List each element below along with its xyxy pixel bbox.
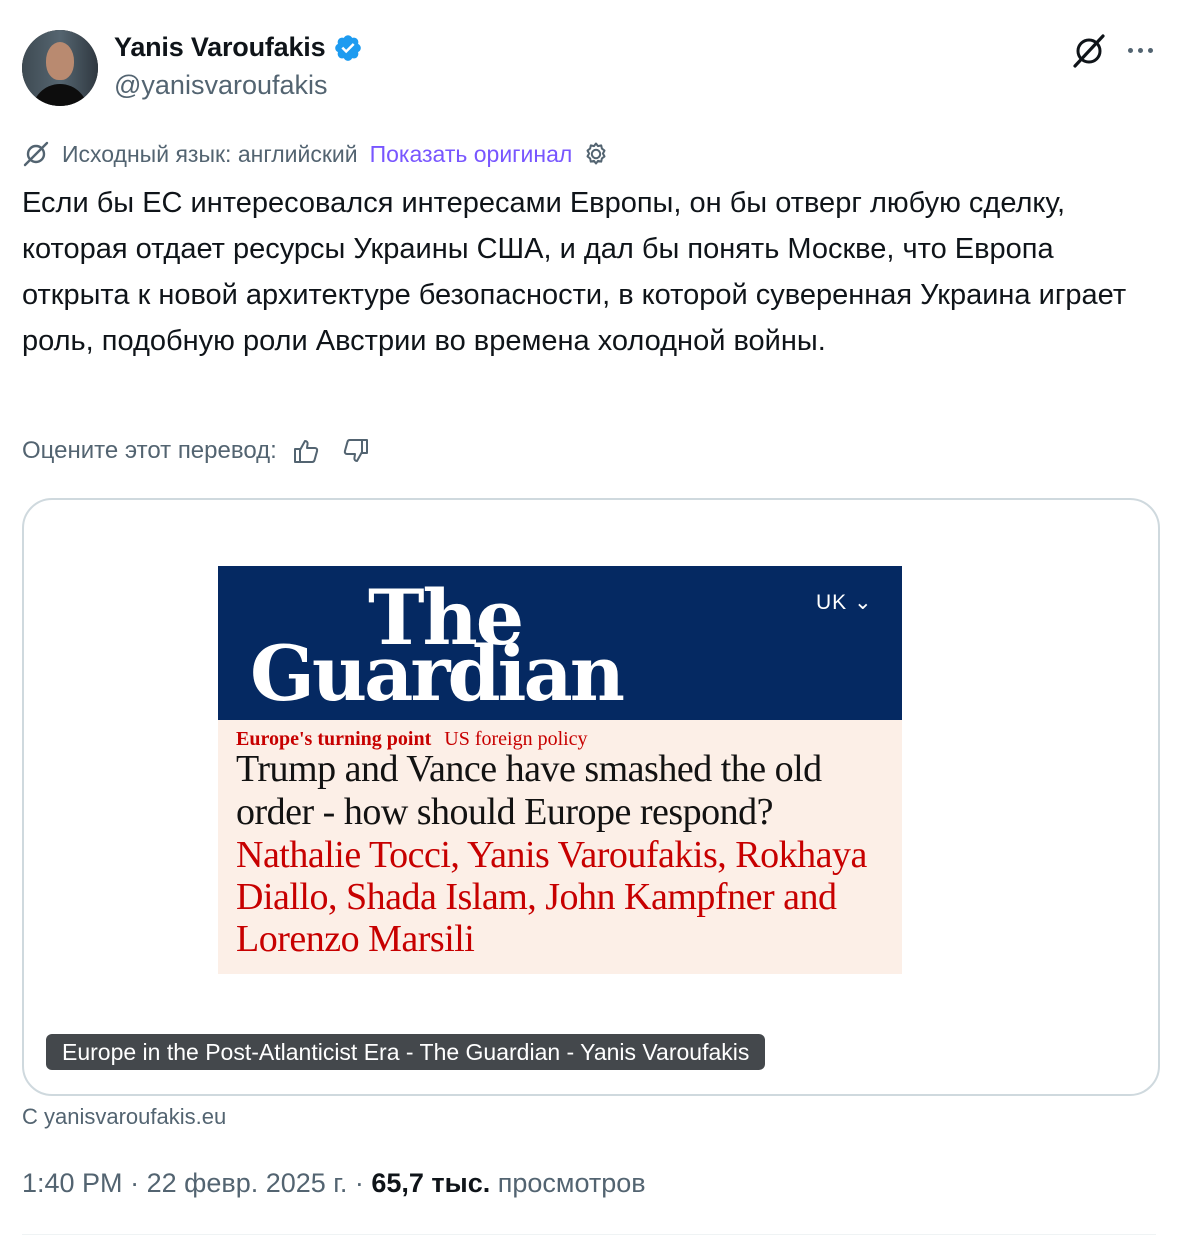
verified-badge-icon[interactable] — [333, 33, 363, 63]
translation-info-row: Исходный язык: английский Показать ориги… — [22, 140, 610, 168]
rate-translation-row: Оцените этот перевод: — [22, 436, 371, 466]
author-handle[interactable]: @yanisvaroufakis — [114, 70, 328, 101]
grok-icon[interactable] — [1070, 32, 1108, 70]
author-avatar[interactable] — [22, 30, 98, 106]
link-preview-card[interactable]: The Guardian UK ⌄ Europe's turning point… — [22, 498, 1160, 1096]
masthead-line-2: Guardian — [250, 629, 625, 718]
views-label: просмотров — [497, 1168, 646, 1198]
meta-separator: · — [354, 1168, 364, 1198]
views-count: 65,7 тыс. — [371, 1168, 491, 1198]
rate-translation-label: Оцените этот перевод: — [22, 437, 277, 464]
grok-translate-icon — [23, 141, 49, 167]
article-headline: Trump and Vance have smashed the old ord… — [236, 748, 822, 833]
kicker-primary: Europe's turning point — [236, 728, 432, 750]
tweet-text: Если бы ЕС интересовался интересами Евро… — [22, 187, 1127, 357]
tweet-meta: 1:40 PM · 22 февр. 2025 г. · 65,7 тыс. п… — [22, 1168, 646, 1199]
tweet-date[interactable]: 22 февр. 2025 г. — [147, 1168, 348, 1198]
edition-label: UK ⌄ — [816, 591, 873, 614]
author-display-name[interactable]: Yanis Varoufakis — [114, 32, 326, 63]
card-image: The Guardian UK ⌄ Europe's turning point… — [218, 566, 902, 974]
divider — [22, 1234, 1156, 1235]
card-source-link[interactable]: С yanisvaroufakis.eu — [22, 1104, 226, 1130]
tweet-time[interactable]: 1:40 PM — [22, 1168, 123, 1198]
more-dot — [1137, 47, 1143, 53]
gear-icon[interactable] — [582, 140, 610, 168]
avatar-face — [46, 42, 74, 80]
guardian-masthead: The Guardian UK ⌄ — [218, 566, 902, 720]
author-name-row: Yanis Varoufakis — [114, 32, 363, 63]
article-byline: Nathalie Tocci, Yanis Varoufakis, Rokhay… — [236, 834, 867, 960]
source-language-label: Исходный язык: английский — [62, 140, 358, 167]
more-dot — [1147, 47, 1153, 53]
kicker-secondary: US foreign policy — [444, 728, 588, 750]
card-caption[interactable]: Europe in the Post-Atlanticist Era - The… — [46, 1034, 766, 1070]
thumbs-down-icon[interactable] — [341, 436, 371, 466]
show-original-link[interactable]: Показать оригинал — [370, 141, 573, 168]
more-dot — [1127, 47, 1133, 53]
more-icon[interactable] — [1122, 36, 1158, 64]
thumbs-up-icon[interactable] — [291, 436, 321, 466]
meta-separator: · — [130, 1168, 140, 1198]
